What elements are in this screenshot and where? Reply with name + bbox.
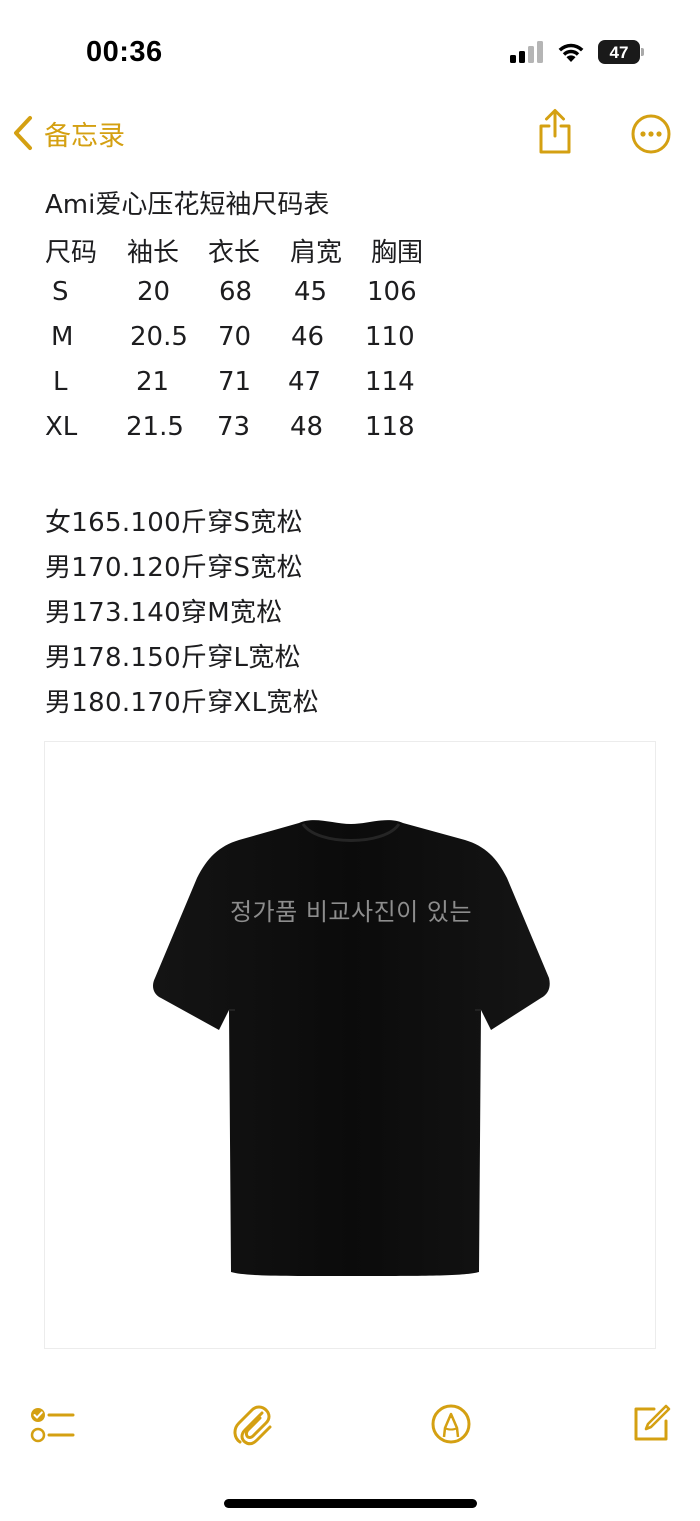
cell-shoulder: 46 <box>291 322 325 352</box>
markup-icon <box>431 1404 471 1444</box>
tshirt-photo-attachment[interactable]: 정가품 비교사진이 있는 <box>44 741 656 1349</box>
size-table-header: 尺码 袖长 衣长 肩宽 胸围 <box>45 232 465 272</box>
fit-line: 女165.100斤穿S宽松 <box>45 508 303 538</box>
status-time: 00:36 <box>86 36 163 68</box>
fit-line: 男170.120斤穿S宽松 <box>45 553 303 583</box>
signal-icon <box>510 41 543 63</box>
fit-line: 男173.140穿M宽松 <box>45 598 283 628</box>
cell-size: S <box>52 277 69 307</box>
table-row: M 20.5 70 46 110 <box>45 322 465 362</box>
nav-bar: 备忘录 <box>0 105 700 165</box>
wifi-icon <box>558 43 584 62</box>
header-shoulder-width: 肩宽 <box>290 238 343 268</box>
checklist-icon <box>30 1408 75 1443</box>
bottom-toolbar <box>0 1395 700 1465</box>
table-row: L 21 71 47 114 <box>45 367 465 407</box>
attachment-button[interactable] <box>232 1401 274 1451</box>
cell-sleeve: 21 <box>136 367 170 397</box>
checklist-button[interactable] <box>28 1405 76 1449</box>
fit-line: 男178.150斤穿L宽松 <box>45 643 301 673</box>
cell-shoulder: 45 <box>294 277 328 307</box>
cell-sleeve: 20 <box>137 277 171 307</box>
cell-chest: 110 <box>365 322 415 352</box>
share-icon <box>539 109 571 154</box>
cell-sleeve: 20.5 <box>130 322 188 352</box>
home-indicator[interactable] <box>224 1499 477 1508</box>
cell-chest: 118 <box>365 412 415 442</box>
back-button[interactable]: 备忘录 <box>10 113 125 153</box>
table-row: XL 21.5 73 48 118 <box>45 412 465 452</box>
cell-size: M <box>51 322 74 352</box>
cell-size: XL <box>45 412 78 442</box>
cell-length: 68 <box>219 277 253 307</box>
cell-chest: 114 <box>365 367 415 397</box>
cell-length: 70 <box>218 322 252 352</box>
more-button[interactable] <box>630 113 672 159</box>
cell-chest: 106 <box>367 277 417 307</box>
header-sleeve-length: 袖长 <box>127 238 180 268</box>
status-icons: 47 <box>510 40 644 64</box>
attachment-icon <box>233 1405 272 1446</box>
more-icon <box>631 114 671 154</box>
compose-icon <box>634 1404 671 1441</box>
header-chest: 胸围 <box>371 238 424 268</box>
battery-cap <box>641 48 644 56</box>
markup-button[interactable] <box>430 1403 472 1449</box>
cell-shoulder: 47 <box>288 367 322 397</box>
table-row: S 20 68 45 106 <box>45 277 465 317</box>
cell-sleeve: 21.5 <box>126 412 184 442</box>
note-title: Ami爱心压花短袖尺码表 <box>45 190 330 220</box>
cell-length: 71 <box>218 367 252 397</box>
battery-body: 47 <box>598 40 640 64</box>
tshirt-image <box>153 820 550 1276</box>
battery-icon: 47 <box>598 40 644 64</box>
cell-shoulder: 48 <box>290 412 324 442</box>
cell-size: L <box>53 367 68 397</box>
compose-button[interactable] <box>630 1403 672 1449</box>
fit-line: 男180.170斤穿XL宽松 <box>45 688 320 718</box>
cell-length: 73 <box>217 412 251 442</box>
status-bar: 00:36 47 <box>0 0 700 100</box>
chevron-left-icon <box>14 116 32 150</box>
share-button[interactable] <box>536 107 574 159</box>
image-watermark-text: 정가품 비교사진이 있는 <box>229 898 473 926</box>
battery-level: 47 <box>609 42 629 62</box>
header-size: 尺码 <box>45 238 98 268</box>
header-body-length: 衣长 <box>208 238 261 268</box>
tshirt-body <box>153 820 550 1276</box>
back-label: 备忘录 <box>44 120 125 152</box>
